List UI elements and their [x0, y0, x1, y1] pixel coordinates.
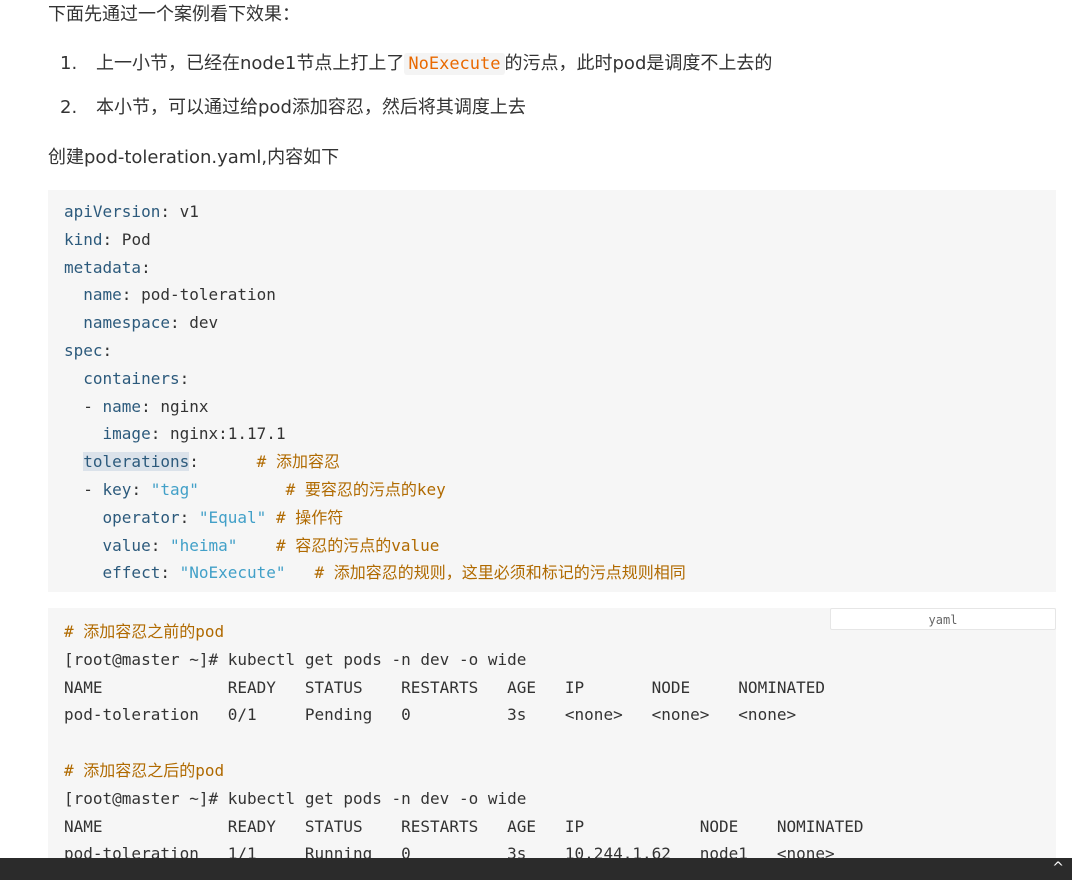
- yaml-value: Pod: [112, 229, 151, 249]
- yaml-key: operator: [102, 507, 180, 527]
- document-page: 下面先通过一个案例看下效果： 1. 上一小节，已经在node1节点上打上了 NoEx…: [0, 0, 1072, 860]
- intro-paragraph: 下面先通过一个案例看下效果：: [48, 4, 300, 25]
- code-line: namespace: dev: [83, 313, 219, 333]
- code-line: tolerations: # 添加容忍: [83, 452, 340, 472]
- table-row: pod-toleration 0/1 Pending 0 3s <none> <…: [64, 705, 797, 725]
- yaml-key: kind: [64, 229, 103, 249]
- yaml-string: "heima": [169, 535, 238, 555]
- yaml-value: v1: [169, 202, 199, 221]
- code-line: - key: "tag" # 要容忍的污点的key: [64, 479, 446, 499]
- yaml-key: image: [102, 424, 151, 444]
- table-header-line: NAME READY STATUS RESTARTS AGE IP NODE N…: [64, 816, 864, 836]
- yaml-value: dev: [179, 313, 219, 333]
- code-line: spec:: [64, 340, 113, 360]
- code-line: effect: "NoExecute" # 添加容忍的规则，这里必须和标记的污点…: [102, 563, 686, 583]
- yaml-value: nginx: [150, 396, 209, 416]
- yaml-code-block[interactable]: apiVersion: v1 kind: Pod metadata: name:…: [48, 190, 1056, 592]
- command-line: [root@master ~]# kubectl get pods -n dev…: [64, 649, 527, 669]
- yaml-string: "Equal": [198, 507, 267, 527]
- yaml-key: apiVersion: [64, 202, 161, 221]
- command-line: [root@master ~]# kubectl get pods -n dev…: [64, 788, 527, 808]
- yaml-key: containers: [83, 368, 180, 388]
- yaml-key: metadata: [64, 257, 142, 277]
- table-header-line: NAME READY STATUS RESTARTS AGE IP NODE N…: [64, 677, 825, 697]
- yaml-comment: # 容忍的污点的value: [275, 535, 440, 555]
- yaml-comment: # 操作符: [275, 507, 344, 527]
- code-line: value: "heima" # 容忍的污点的value: [102, 535, 440, 555]
- yaml-key: name: [83, 285, 122, 305]
- yaml-comment: # 添加容忍的规则，这里必须和标记的污点规则相同: [314, 563, 686, 583]
- yaml-key: key: [102, 479, 132, 499]
- inline-code: NoExecute: [404, 53, 505, 75]
- code-line: apiVersion: v1: [64, 202, 199, 221]
- yaml-comment: # 要容忍的污点的key: [285, 479, 446, 499]
- yaml-key: value: [102, 535, 151, 555]
- code-line: - name: nginx: [64, 396, 209, 416]
- yaml-key-selected: tolerations: [83, 452, 190, 472]
- code-line: kind: Pod: [64, 229, 151, 249]
- yaml-string: "NoExecute": [179, 563, 286, 583]
- taskbar: ^: [0, 858, 1072, 880]
- code-line: operator: "Equal" # 操作符: [102, 507, 344, 527]
- chevron-up-icon[interactable]: ^: [1052, 860, 1064, 876]
- steps-list: 1. 上一小节，已经在node1节点上打上了 NoExecute 的污点，此时pod是…: [60, 48, 772, 136]
- yaml-value: nginx:1.17.1: [160, 424, 286, 444]
- yaml-key: name: [102, 396, 142, 416]
- code-line: image: nginx:1.17.1: [102, 424, 286, 444]
- step-text: 本小节，可以通过给pod添加容忍，然后将其调度上去: [96, 97, 526, 118]
- yaml-key: namespace: [83, 313, 170, 333]
- code-comment-line: # 添加容忍之后的pod: [64, 760, 225, 780]
- code-language-tag: yaml: [830, 608, 1056, 630]
- code-line: containers:: [83, 368, 190, 388]
- step-text: 上一小节，已经在node1节点上打上了: [96, 53, 405, 74]
- create-file-paragraph: 创建pod-toleration.yaml,内容如下: [48, 147, 340, 168]
- yaml-string: "tag": [150, 479, 199, 499]
- yaml-key: effect: [102, 563, 161, 583]
- list-item: 1. 上一小节，已经在node1节点上打上了 NoExecute 的污点，此时pod是…: [60, 48, 772, 92]
- code-line: name: pod-toleration: [83, 285, 276, 305]
- yaml-comment: # 添加容忍: [256, 452, 340, 472]
- list-number: 1.: [60, 53, 78, 74]
- list-number: 2.: [60, 97, 78, 118]
- step-text: 的污点，此时pod是调度不上去的: [504, 53, 773, 74]
- yaml-value: pod-toleration: [131, 285, 276, 305]
- terminal-code-block[interactable]: yaml # 添加容忍之前的pod [root@master ~]# kubec…: [48, 608, 1056, 860]
- code-line: metadata:: [64, 257, 151, 277]
- list-item: 2. 本小节，可以通过给pod添加容忍，然后将其调度上去: [60, 92, 772, 136]
- yaml-key: spec: [64, 340, 103, 360]
